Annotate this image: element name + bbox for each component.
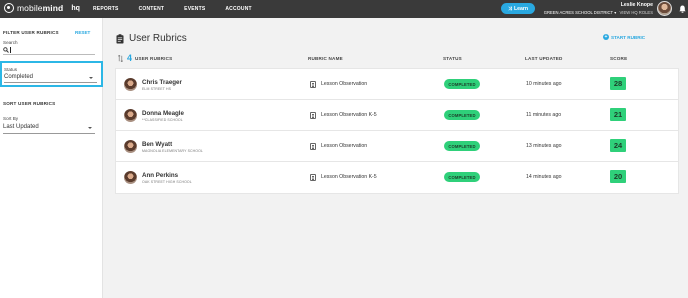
sort-label: Sort By <box>3 116 19 121</box>
avatar <box>124 140 137 153</box>
rubric-icon <box>310 143 316 150</box>
logo-suffix: hq <box>71 4 80 12</box>
column-header-rubric-name[interactable]: RUBRIC NAME <box>308 56 343 61</box>
page-title: User Rubrics <box>129 33 187 44</box>
column-header-score[interactable]: SCORE <box>610 56 627 61</box>
page-header: User Rubrics <box>116 33 187 44</box>
rubric-icon <box>310 81 316 88</box>
score-badge: 24 <box>610 139 626 152</box>
shuffle-icon: ⤨ <box>507 5 512 12</box>
rubric-icon <box>310 174 316 181</box>
avatar <box>124 109 137 122</box>
avatar <box>124 171 137 184</box>
rubric-name: Lesson Observation K-5 <box>321 112 377 118</box>
chevron-down-icon <box>89 77 93 79</box>
rubric-name: Lesson Observation <box>321 143 368 149</box>
reset-link[interactable]: RESET <box>75 30 90 35</box>
last-updated: 11 minutes ago <box>526 112 562 118</box>
status-select-value: Completed <box>4 74 34 80</box>
school-name: ELM STREET HS <box>142 87 172 91</box>
app-logo[interactable]: mobilemind hq <box>4 3 80 13</box>
learn-button[interactable]: ⤨ Learn <box>501 3 535 14</box>
score-badge: 28 <box>610 77 626 90</box>
status-label: Status <box>4 67 18 72</box>
user-info[interactable]: Leslie Knope GREEN ACRES SCHOOL DISTRICT… <box>541 2 653 15</box>
rubric-count-number: 4 <box>127 53 133 63</box>
status-badge: COMPLETED <box>444 141 480 151</box>
rubric-count: 4 USER RUBRICS <box>118 53 172 63</box>
filter-title: FILTER USER RUBRICS <box>3 30 59 35</box>
last-updated: 13 minutes ago <box>526 143 562 149</box>
user-name: Ben Wyatt <box>142 141 173 148</box>
sort-select-underline <box>3 133 95 134</box>
district-name: GREEN ACRES SCHOOL DISTRICT <box>543 10 614 15</box>
top-nav-bar: mobilemind hq REPORTS CONTENT EVENTS ACC… <box>0 0 688 18</box>
user-name: Ann Perkins <box>142 172 179 179</box>
status-badge: COMPLETED <box>444 110 480 120</box>
avatar <box>124 78 137 91</box>
rubric-count-label: USER RUBRICS <box>135 55 173 61</box>
start-rubric-button[interactable]: + START RUBRIC <box>603 34 645 40</box>
last-updated: 14 minutes ago <box>526 174 562 180</box>
chevron-down-icon: ▾ <box>614 10 617 15</box>
search-input[interactable] <box>3 46 95 55</box>
logo-mark-icon <box>4 3 14 13</box>
view-roles-link[interactable]: VIEW HQ ROLES <box>619 10 653 15</box>
column-header-status[interactable]: STATUS <box>443 56 462 61</box>
status-select-underline <box>4 82 97 83</box>
score-badge: 21 <box>610 108 626 121</box>
bell-icon[interactable] <box>679 5 686 13</box>
chevron-down-icon <box>88 127 92 129</box>
status-badge: COMPLETED <box>444 172 480 182</box>
school-name: **CLASSIFIED SCHOOL <box>142 118 183 122</box>
user-name: Donna Meagle <box>142 110 184 117</box>
sort-select-value: Last Updated <box>3 124 39 130</box>
plus-icon: + <box>603 33 609 40</box>
status-filter[interactable]: Status Completed <box>0 61 103 87</box>
score-badge: 20 <box>610 170 626 183</box>
start-rubric-label: START RUBRIC <box>611 34 646 40</box>
main-nav: REPORTS CONTENT EVENTS ACCOUNT <box>93 6 272 12</box>
learn-label: Learn <box>513 5 529 12</box>
nav-content[interactable]: CONTENT <box>139 6 165 12</box>
rubric-name: Lesson Observation K-5 <box>321 174 377 180</box>
table-row[interactable]: Ann Perkins OAK STREET HIGH SCHOOL Lesso… <box>116 162 678 193</box>
search-label: Search <box>3 40 18 45</box>
rubric-icon <box>310 112 316 119</box>
rubric-name: Lesson Observation <box>321 81 368 87</box>
nav-events[interactable]: EVENTS <box>184 6 205 12</box>
text-cursor <box>10 47 11 53</box>
school-name: OAK STREET HIGH SCHOOL <box>142 180 192 184</box>
user-avatar[interactable] <box>657 1 672 16</box>
filter-sidebar: FILTER USER RUBRICS RESET Search Status … <box>0 18 103 298</box>
sort-title: SORT USER RUBRICS <box>3 101 56 106</box>
user-rubrics-table: Chris Traeger ELM STREET HS Lesson Obser… <box>115 68 679 194</box>
user-name: Leslie Knope <box>620 2 653 8</box>
table-row[interactable]: Chris Traeger ELM STREET HS Lesson Obser… <box>116 69 678 100</box>
sort-arrows-icon[interactable] <box>118 54 123 62</box>
table-row[interactable]: Ben Wyatt MAGNOLIA ELEMENTARY SCHOOL Les… <box>116 131 678 162</box>
logo-text-light: mobile <box>17 3 43 13</box>
table-row[interactable]: Donna Meagle **CLASSIFIED SCHOOL Lesson … <box>116 100 678 131</box>
last-updated: 10 minutes ago <box>526 81 562 87</box>
school-name: MAGNOLIA ELEMENTARY SCHOOL <box>142 149 203 153</box>
column-header-last-updated[interactable]: LAST UPDATED <box>525 56 563 61</box>
logo-text-bold: mind <box>42 3 64 13</box>
clipboard-icon <box>116 33 124 43</box>
status-badge: COMPLETED <box>444 79 480 89</box>
search-icon <box>3 47 9 53</box>
user-name: Chris Traeger <box>142 79 182 86</box>
nav-account[interactable]: ACCOUNT <box>225 6 251 12</box>
nav-reports[interactable]: REPORTS <box>93 6 119 12</box>
